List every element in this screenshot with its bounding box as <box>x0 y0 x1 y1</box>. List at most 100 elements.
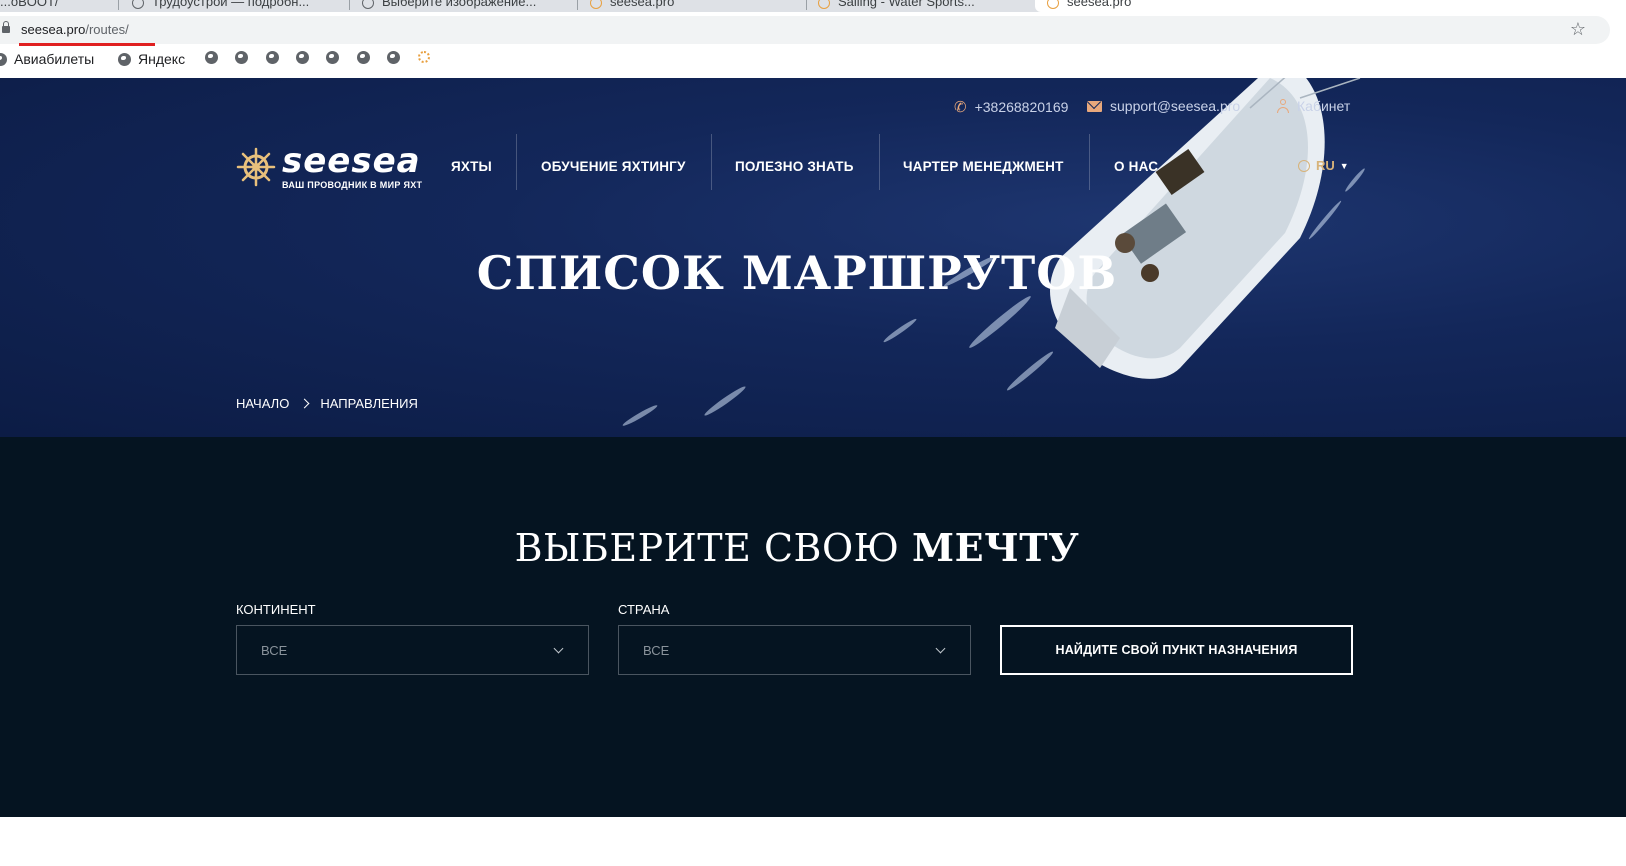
tab-divider <box>118 0 119 10</box>
globe-icon <box>387 51 400 64</box>
nav-divider <box>879 134 880 190</box>
phone-link[interactable]: ✆ +38268820169 <box>954 98 1068 116</box>
tab-title: Выберите изображение... <box>382 0 537 9</box>
nav-about[interactable]: О НАС <box>1114 159 1158 174</box>
section-title-bold: МЕЧТУ <box>912 525 1080 570</box>
bookmark-star-icon[interactable]: ☆ <box>1570 19 1586 40</box>
bookmark-item[interactable] <box>205 51 225 64</box>
email-address: support@seesea.pro <box>1110 98 1241 114</box>
tab-divider <box>806 0 807 10</box>
bookmark-item[interactable] <box>387 51 407 64</box>
nav-divider <box>711 134 712 190</box>
continent-value: ВСЕ <box>261 643 288 658</box>
tab-title: seesea.pro <box>610 0 675 9</box>
destination-search-section: ВЫБЕРИТЕ СВОЮ МЕЧТУ КОНТИНЕНТ ВСЕ СТРАНА… <box>0 437 1626 817</box>
bookmark-item[interactable] <box>266 51 286 64</box>
bookmark-label: Авиабилеты <box>14 51 95 67</box>
url-text[interactable]: seesea.pro/routes/ <box>21 22 129 37</box>
chevron-down-icon <box>935 643 946 654</box>
bookmark-item[interactable] <box>326 51 346 64</box>
site-icon <box>590 0 602 9</box>
tab-divider <box>577 0 578 10</box>
country-label: СТРАНА <box>618 602 670 617</box>
sun-icon <box>418 51 430 63</box>
url-path: /routes/ <box>85 22 129 37</box>
tab-title: Sailing - Water Sports... <box>838 0 975 9</box>
continent-select[interactable]: ВСЕ <box>236 625 589 675</box>
cabinet-link[interactable]: Кабинет <box>1276 98 1350 114</box>
caret-down-icon: ▼ <box>1339 160 1349 171</box>
tab-title: seesea.pro <box>1067 0 1132 9</box>
bookmark-aviabilety[interactable]: Авиабилеты <box>0 51 94 67</box>
bookmark-item[interactable] <box>235 51 255 64</box>
ship-wheel-icon <box>236 147 276 187</box>
nav-yachts[interactable]: ЯХТЫ <box>451 159 492 174</box>
water-spray <box>882 316 918 345</box>
bookmark-yandex[interactable]: Яндекс <box>118 51 185 67</box>
browser-tab[interactable]: ...oBOOT/ <box>0 0 110 12</box>
site-logo[interactable]: seesea ВАШ ПРОВОДНИК В МИР ЯХТ <box>236 144 422 190</box>
globe-icon <box>357 51 370 64</box>
site-icon <box>1047 0 1059 9</box>
logo-name: seesea <box>282 141 421 181</box>
tab-title: Трудоустрой — подробн... <box>152 0 310 9</box>
bookmark-label: Яндекс <box>138 51 186 67</box>
globe-icon <box>205 51 218 64</box>
globe-icon <box>326 51 339 64</box>
browser-tab-strip: ...oBOOT/ Трудоустрой — подробн... Выбер… <box>0 0 1626 12</box>
language-code: RU <box>1316 158 1335 173</box>
find-destination-button[interactable]: НАЙДИТЕ СВОЙ ПУНКТ НАЗНАЧЕНИЯ <box>1000 625 1353 675</box>
page-title: СПИСОК МАРШРУТОВ <box>476 246 1118 300</box>
browser-tab[interactable]: Выберите изображение... <box>362 0 572 12</box>
globe-icon <box>266 51 279 64</box>
globe-icon <box>296 51 309 64</box>
browser-tab[interactable]: seesea.pro <box>590 0 800 12</box>
phone-number: +38268820169 <box>974 99 1069 115</box>
hero-section: ✆ +38268820169 support@seesea.pro Кабинет… <box>0 78 1626 437</box>
browser-toolbar: seesea.pro/routes/ ☆ <box>0 12 1626 46</box>
nav-yachting-training[interactable]: ОБУЧЕНИЕ ЯХТИНГУ <box>541 159 686 174</box>
globe-icon <box>0 52 7 66</box>
chevron-right-icon <box>299 398 310 409</box>
new-tab-area[interactable] <box>1262 0 1626 12</box>
section-title: ВЫБЕРИТЕ СВОЮ МЕЧТУ <box>0 525 1594 570</box>
logo-tagline: ВАШ ПРОВОДНИК В МИР ЯХТ <box>282 180 423 190</box>
nav-charter-management[interactable]: ЧАРТЕР МЕНЕДЖМЕНТ <box>903 159 1064 174</box>
section-title-regular: ВЫБЕРИТЕ СВОЮ <box>514 526 913 570</box>
nav-useful-info[interactable]: ПОЛЕЗНО ЗНАТЬ <box>735 159 854 174</box>
water-spray <box>966 293 1034 351</box>
globe-icon <box>118 52 131 66</box>
address-bar[interactable]: seesea.pro/routes/ ☆ <box>0 16 1610 44</box>
nav-divider <box>516 134 517 190</box>
continent-label: КОНТИНЕНТ <box>236 602 316 617</box>
language-switcher[interactable]: RU ▼ <box>1298 158 1349 173</box>
tab-divider <box>349 0 350 10</box>
breadcrumb: НАЧАЛО НАПРАВЛЕНИЯ <box>236 396 418 411</box>
globe-icon <box>1298 159 1310 172</box>
chevron-down-icon <box>553 643 564 654</box>
country-value: ВСЕ <box>643 643 670 658</box>
lock-icon <box>2 21 10 33</box>
bookmark-seesea[interactable] <box>418 51 430 63</box>
browser-tab-active[interactable]: seesea.pro <box>1035 0 1272 12</box>
browser-tab[interactable]: Трудоустрой — подробн... <box>132 0 342 12</box>
bookmark-item[interactable] <box>357 51 377 64</box>
url-domain: seesea.pro <box>21 22 86 37</box>
globe-icon <box>235 51 248 64</box>
email-link[interactable]: support@seesea.pro <box>1087 98 1240 114</box>
breadcrumb-current: НАПРАВЛЕНИЯ <box>320 396 418 411</box>
browser-tab[interactable]: Sailing - Water Sports... <box>818 0 1028 12</box>
bookmark-item[interactable] <box>296 51 316 64</box>
country-select[interactable]: ВСЕ <box>618 625 971 675</box>
phone-icon: ✆ <box>954 99 967 116</box>
envelope-icon <box>1087 100 1102 112</box>
bookmarks-bar: Авиабилеты Яндекс <box>0 46 1626 78</box>
page-icon <box>132 0 144 9</box>
page-icon <box>362 0 374 9</box>
site-icon <box>818 0 830 9</box>
cabinet-label: Кабинет <box>1297 98 1351 114</box>
tab-title: ...oBOOT/ <box>0 0 59 9</box>
water-spray <box>621 403 659 428</box>
breadcrumb-home[interactable]: НАЧАЛО <box>236 396 289 411</box>
water-spray <box>702 384 748 418</box>
